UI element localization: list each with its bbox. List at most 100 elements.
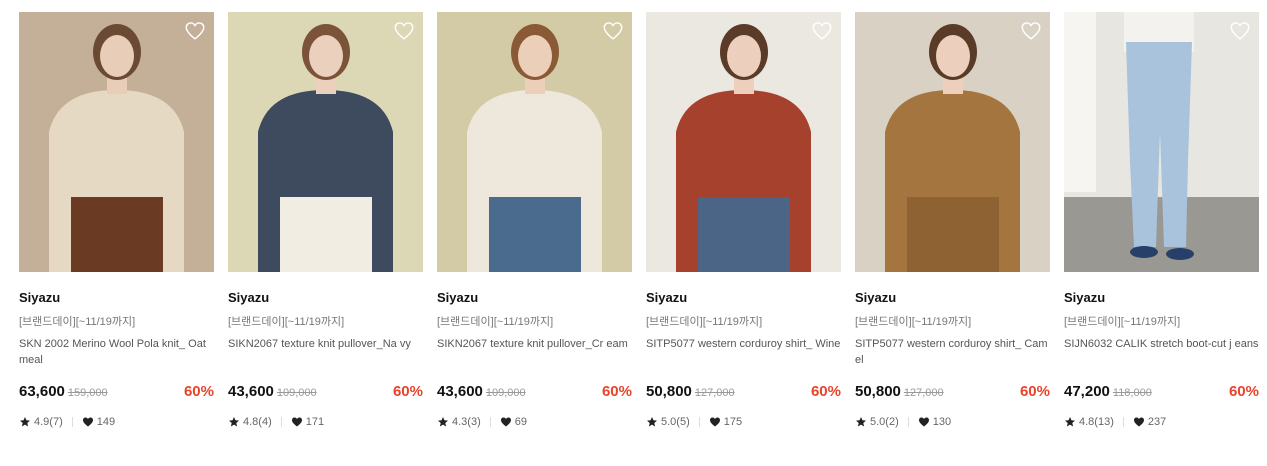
- rating-value: 5.0(5): [661, 416, 690, 428]
- brand-name[interactable]: Siyazu: [19, 290, 214, 306]
- review-meta: 4.9(7) 149: [19, 415, 214, 429]
- wishlist-button[interactable]: [184, 20, 206, 42]
- brand-name[interactable]: Siyazu: [1064, 290, 1259, 306]
- product-card[interactable]: Siyazu [브랜드데이][~11/19까지] SKN 2002 Merino…: [19, 12, 214, 429]
- original-price: 109,000: [276, 387, 317, 399]
- product-card[interactable]: Siyazu [브랜드데이][~11/19까지] SIJN6032 CALIK …: [1064, 12, 1259, 429]
- divider: [489, 417, 491, 427]
- product-photo: [437, 12, 632, 272]
- price-row: 50,800 127,000 60%: [855, 382, 1050, 402]
- product-name[interactable]: SITP5077 western corduroy shirt_ Wine: [646, 336, 841, 368]
- heart-outline-icon: [1230, 22, 1250, 40]
- discount-rate: 60%: [183, 383, 214, 400]
- rating-value: 4.8(4): [243, 416, 272, 428]
- star-icon: [646, 416, 658, 428]
- product-card[interactable]: Siyazu [브랜드데이][~11/19까지] SITP5077 wester…: [646, 12, 841, 429]
- wishlist-button[interactable]: [1229, 20, 1251, 42]
- heart-filled-icon: [291, 416, 303, 428]
- review-meta: 5.0(2) 130: [855, 415, 1050, 429]
- product-image[interactable]: [19, 12, 214, 272]
- product-image[interactable]: [855, 12, 1050, 272]
- star-icon: [228, 416, 240, 428]
- product-image[interactable]: [646, 12, 841, 272]
- sale-price: 50,800: [646, 383, 692, 400]
- heart-outline-icon: [1021, 22, 1041, 40]
- wishlist-button[interactable]: [393, 20, 415, 42]
- divider: [698, 417, 700, 427]
- original-price: 159,000: [67, 387, 108, 399]
- divider: [71, 417, 73, 427]
- heart-filled-icon: [1133, 416, 1145, 428]
- original-price: 109,000: [485, 387, 526, 399]
- product-card[interactable]: Siyazu [브랜드데이][~11/19까지] SIKN2067 textur…: [437, 12, 632, 429]
- discount-rate: 60%: [1228, 383, 1259, 400]
- product-photo: [19, 12, 214, 272]
- price-row: 63,600 159,000 60%: [19, 382, 214, 402]
- sale-price: 63,600: [19, 383, 65, 400]
- discount-rate: 60%: [810, 383, 841, 400]
- like-count: 175: [723, 416, 743, 428]
- divider: [1122, 417, 1124, 427]
- sale-price: 47,200: [1064, 383, 1110, 400]
- original-price: 127,000: [694, 387, 735, 399]
- discount-rate: 60%: [601, 383, 632, 400]
- original-price: 127,000: [903, 387, 944, 399]
- brand-name[interactable]: Siyazu: [228, 290, 423, 306]
- product-name[interactable]: SIKN2067 texture knit pullover_Na vy: [228, 336, 423, 368]
- rating-value: 4.8(13): [1079, 416, 1114, 428]
- divider: [280, 417, 282, 427]
- product-card[interactable]: Siyazu [브랜드데이][~11/19까지] SIKN2067 textur…: [228, 12, 423, 429]
- product-photo: [646, 12, 841, 272]
- product-name[interactable]: SIJN6032 CALIK stretch boot-cut j eans: [1064, 336, 1259, 368]
- star-icon: [855, 416, 867, 428]
- product-name[interactable]: SIKN2067 texture knit pullover_Cr eam: [437, 336, 632, 368]
- product-image[interactable]: [437, 12, 632, 272]
- heart-filled-icon: [500, 416, 512, 428]
- heart-outline-icon: [812, 22, 832, 40]
- promo-tag: [브랜드데이][~11/19까지]: [646, 316, 763, 328]
- product-photo: [228, 12, 423, 272]
- product-name[interactable]: SITP5077 western corduroy shirt_ Camel: [855, 336, 1050, 368]
- product-image[interactable]: [1064, 12, 1259, 272]
- review-meta: 4.3(3) 69: [437, 415, 632, 429]
- promo-tag: [브랜드데이][~11/19까지]: [855, 316, 972, 328]
- like-count: 237: [1147, 416, 1167, 428]
- product-grid: Siyazu [브랜드데이][~11/19까지] SKN 2002 Merino…: [19, 12, 1259, 429]
- wishlist-button[interactable]: [602, 20, 624, 42]
- heart-filled-icon: [918, 416, 930, 428]
- heart-outline-icon: [394, 22, 414, 40]
- rating-value: 4.3(3): [452, 416, 481, 428]
- product-name[interactable]: SKN 2002 Merino Wool Pola knit_ Oatmeal: [19, 336, 214, 368]
- like-count: 69: [514, 416, 527, 428]
- product-photo: [855, 12, 1050, 272]
- price-row: 47,200 118,000 60%: [1064, 382, 1259, 402]
- promo-tag: [브랜드데이][~11/19까지]: [437, 316, 554, 328]
- brand-name[interactable]: Siyazu: [855, 290, 1050, 306]
- star-icon: [1064, 416, 1076, 428]
- brand-name[interactable]: Siyazu: [646, 290, 841, 306]
- product-card[interactable]: Siyazu [브랜드데이][~11/19까지] SITP5077 wester…: [855, 12, 1050, 429]
- product-image[interactable]: [228, 12, 423, 272]
- rating-value: 4.9(7): [34, 416, 63, 428]
- wishlist-button[interactable]: [811, 20, 833, 42]
- discount-rate: 60%: [392, 383, 423, 400]
- promo-tag: [브랜드데이][~11/19까지]: [1064, 316, 1181, 328]
- heart-outline-icon: [185, 22, 205, 40]
- promo-tag: [브랜드데이][~11/19까지]: [19, 316, 136, 328]
- star-icon: [19, 416, 31, 428]
- sale-price: 43,600: [228, 383, 274, 400]
- brand-name[interactable]: Siyazu: [437, 290, 632, 306]
- price-row: 43,600 109,000 60%: [437, 382, 632, 402]
- price-row: 50,800 127,000 60%: [646, 382, 841, 402]
- like-count: 130: [932, 416, 952, 428]
- review-meta: 4.8(4) 171: [228, 415, 423, 429]
- like-count: 149: [96, 416, 116, 428]
- original-price: 118,000: [1112, 387, 1152, 399]
- sale-price: 43,600: [437, 383, 483, 400]
- wishlist-button[interactable]: [1020, 20, 1042, 42]
- sale-price: 50,800: [855, 383, 901, 400]
- heart-outline-icon: [603, 22, 623, 40]
- star-icon: [437, 416, 449, 428]
- like-count: 171: [305, 416, 325, 428]
- review-meta: 4.8(13) 237: [1064, 415, 1259, 429]
